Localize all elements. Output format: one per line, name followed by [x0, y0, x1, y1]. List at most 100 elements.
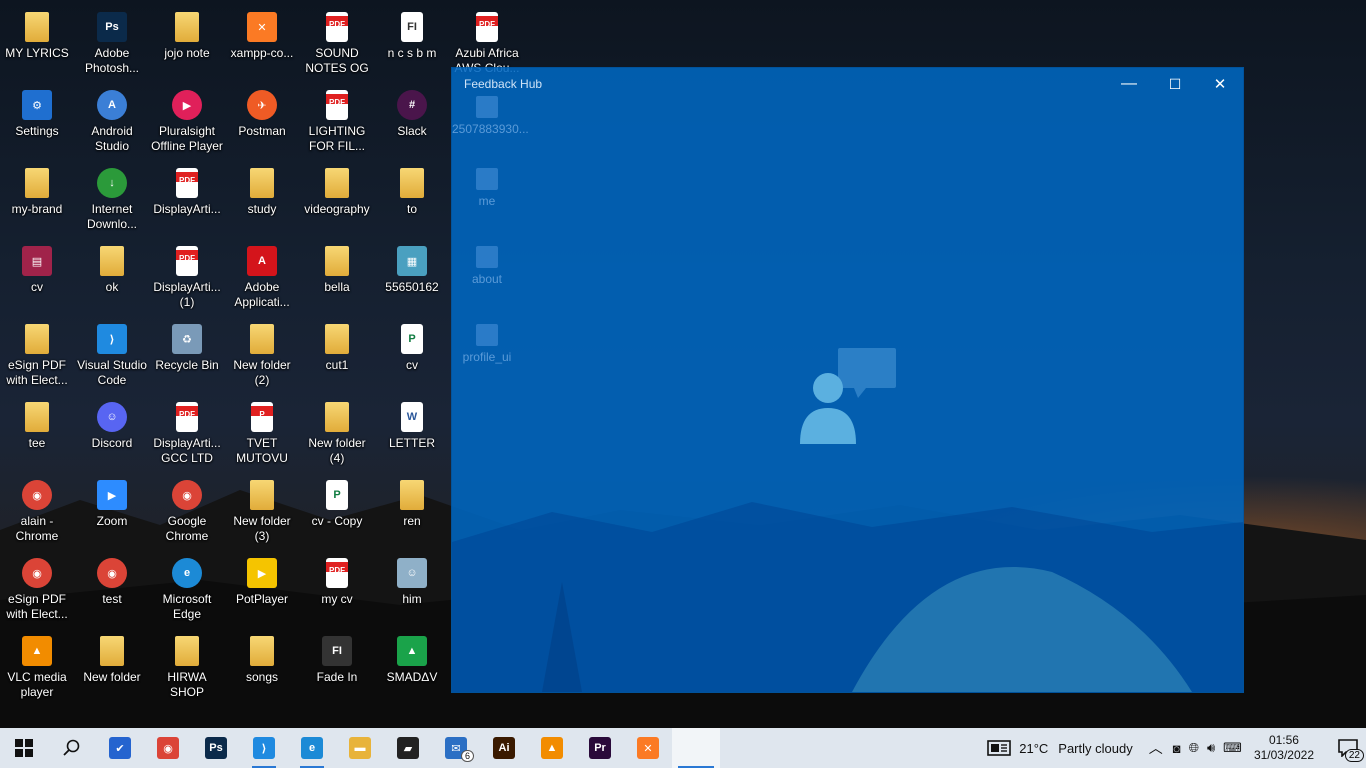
- maximize-button[interactable]: ☐: [1152, 68, 1198, 100]
- desktop-icon[interactable]: W LETTER: [375, 396, 449, 470]
- desktop-icon[interactable]: ▦ 55650162: [375, 240, 449, 314]
- desktop-icon-label: ren: [403, 514, 421, 528]
- desktop-icon[interactable]: ◉ test: [75, 552, 149, 626]
- search-button[interactable]: [48, 728, 96, 768]
- desktop-icon[interactable]: cut1: [300, 318, 374, 392]
- desktop-icon[interactable]: ♻ Recycle Bin: [150, 318, 224, 392]
- desktop-icon[interactable]: study: [225, 162, 299, 236]
- taskbar-vscode-button[interactable]: ⟩: [240, 728, 288, 768]
- desktop-icon[interactable]: ▶ PotPlayer: [225, 552, 299, 626]
- desktop-icon[interactable]: FI Fade In: [300, 630, 374, 704]
- desktop-icon[interactable]: ▤ cv: [0, 240, 74, 314]
- network-icon[interactable]: 🌐︎: [1189, 740, 1199, 756]
- desktop-icon[interactable]: tee: [0, 396, 74, 470]
- desktop-icon[interactable]: ◉ alain - Chrome: [0, 474, 74, 548]
- desktop-icon[interactable]: ✕ xampp-co...: [225, 6, 299, 80]
- desktop-icon[interactable]: songs: [225, 630, 299, 704]
- app-icon: A: [247, 246, 277, 276]
- desktop-icon[interactable]: ◉ Google Chrome: [150, 474, 224, 548]
- desktop-icon[interactable]: A Adobe Applicati...: [225, 240, 299, 314]
- notification-center-button[interactable]: 22: [1330, 728, 1366, 768]
- taskbar-illustrator-button[interactable]: Ai: [480, 728, 528, 768]
- desktop-icon-label: my cv: [321, 592, 353, 606]
- taskbar-todo-button[interactable]: ✔: [96, 728, 144, 768]
- desktop-icon[interactable]: HIRWA SHOP: [150, 630, 224, 704]
- desktop-icon[interactable]: PDF DisplayArti... GCC LTD: [150, 396, 224, 470]
- desktop-icon[interactable]: ok: [75, 240, 149, 314]
- news-widget-icon[interactable]: [987, 739, 1013, 757]
- taskbar-edge-button[interactable]: e: [288, 728, 336, 768]
- app-icon: #: [397, 90, 427, 120]
- pdf-glyph: PDF: [329, 566, 345, 575]
- desktop-icon[interactable]: ⟩ Visual Studio Code: [75, 318, 149, 392]
- desktop-icon[interactable]: Ps Adobe Photosh...: [75, 6, 149, 80]
- chevron-up-icon[interactable]: ︿: [1149, 738, 1163, 758]
- desktop-icon[interactable]: to: [375, 162, 449, 236]
- app-icon: ◉: [22, 558, 52, 588]
- desktop-icon[interactable]: ↓ Internet Downlo...: [75, 162, 149, 236]
- desktop-icon[interactable]: ▲ VLC media player: [0, 630, 74, 704]
- camera-icon[interactable]: ◙: [1173, 741, 1181, 756]
- taskbar-vlc-button[interactable]: ▲: [528, 728, 576, 768]
- desktop-icon[interactable]: ▶ Pluralsight Offline Player: [150, 84, 224, 158]
- volume-icon[interactable]: 🔊︎: [1207, 740, 1215, 756]
- app-icon: ▦: [397, 246, 427, 276]
- app-icon: P: [401, 324, 423, 354]
- taskbar-sticky-notes-button[interactable]: ▰: [384, 728, 432, 768]
- desktop-icon[interactable]: # Slack: [375, 84, 449, 158]
- feedback-hub-window[interactable]: Feedback Hub — ☐ ✕ 2507883930... me abou…: [452, 68, 1243, 692]
- app-icon: ▤: [22, 246, 52, 276]
- desktop-icon[interactable]: PDF my cv: [300, 552, 374, 626]
- window-title: Feedback Hub: [464, 77, 543, 91]
- desktop-icon[interactable]: ◉ eSign PDF with Elect...: [0, 552, 74, 626]
- desktop-icon[interactable]: PDF DisplayArti... (1): [150, 240, 224, 314]
- taskbar-file-explorer-button[interactable]: ▬: [336, 728, 384, 768]
- desktop-icon-label: test: [102, 592, 122, 606]
- pdf-file-icon: PDF: [476, 12, 498, 42]
- desktop-icon-label: ok: [105, 280, 119, 294]
- desktop-icon[interactable]: ▲ SMADΔV: [375, 630, 449, 704]
- taskbar-feedback-hub-button[interactable]: [672, 728, 720, 768]
- taskbar-mail-button[interactable]: ✉ 6: [432, 728, 480, 768]
- desktop-icon[interactable]: Pcv - Copy: [300, 474, 374, 548]
- desktop-icon[interactable]: FI n c s b m: [375, 6, 449, 80]
- desktop-icon[interactable]: ☺ him: [375, 552, 449, 626]
- weather-temp[interactable]: 21°C: [1019, 741, 1048, 756]
- premiere-icon: Pr: [589, 737, 611, 759]
- xampp-icon: ✕: [637, 737, 659, 759]
- desktop-icon[interactable]: New folder: [75, 630, 149, 704]
- desktop-icon[interactable]: ✈ Postman: [225, 84, 299, 158]
- desktop-icon[interactable]: PDF SOUND NOTES OG: [300, 6, 374, 80]
- desktop-icon[interactable]: Pcv: [375, 318, 449, 392]
- taskbar-photoshop-button[interactable]: Ps: [192, 728, 240, 768]
- clock[interactable]: 01:56 31/03/2022: [1254, 733, 1314, 763]
- desktop-icon[interactable]: MY LYRICS: [0, 6, 74, 80]
- keyboard-icon[interactable]: ⌨: [1223, 740, 1242, 756]
- desktop-icon[interactable]: PDF LIGHTING FOR FIL...: [300, 84, 374, 158]
- chrome-icon: ◉: [157, 737, 179, 759]
- desktop-icon[interactable]: A Android Studio: [75, 84, 149, 158]
- desktop-icon[interactable]: eSign PDF with Elect...: [0, 318, 74, 392]
- desktop-icon[interactable]: New folder (3): [225, 474, 299, 548]
- desktop-icon[interactable]: New folder (4): [300, 396, 374, 470]
- desktop-icon[interactable]: ren: [375, 474, 449, 548]
- taskbar-chrome-button[interactable]: ◉: [144, 728, 192, 768]
- desktop-icon[interactable]: e Microsoft Edge: [150, 552, 224, 626]
- taskbar-xampp-button[interactable]: ✕: [624, 728, 672, 768]
- desktop-icon[interactable]: jojo note: [150, 6, 224, 80]
- desktop-icon[interactable]: my-brand: [0, 162, 74, 236]
- desktop-icon[interactable]: ▶ Zoom: [75, 474, 149, 548]
- desktop-icon[interactable]: PDF DisplayArti...: [150, 162, 224, 236]
- desktop-icon[interactable]: P TVET MUTOVU: [225, 396, 299, 470]
- close-button[interactable]: ✕: [1197, 68, 1243, 100]
- desktop-icon[interactable]: ⚙ Settings: [0, 84, 74, 158]
- pdf-glyph: PDF: [329, 20, 345, 29]
- weather-description[interactable]: Partly cloudy: [1058, 741, 1132, 756]
- start-button[interactable]: [0, 728, 48, 768]
- desktop-icon[interactable]: videography: [300, 162, 374, 236]
- taskbar-premiere-button[interactable]: Pr: [576, 728, 624, 768]
- desktop-icon[interactable]: New folder (2): [225, 318, 299, 392]
- desktop-icon[interactable]: bella: [300, 240, 374, 314]
- desktop-icon[interactable]: ☺ Discord: [75, 396, 149, 470]
- minimize-button[interactable]: —: [1106, 68, 1152, 100]
